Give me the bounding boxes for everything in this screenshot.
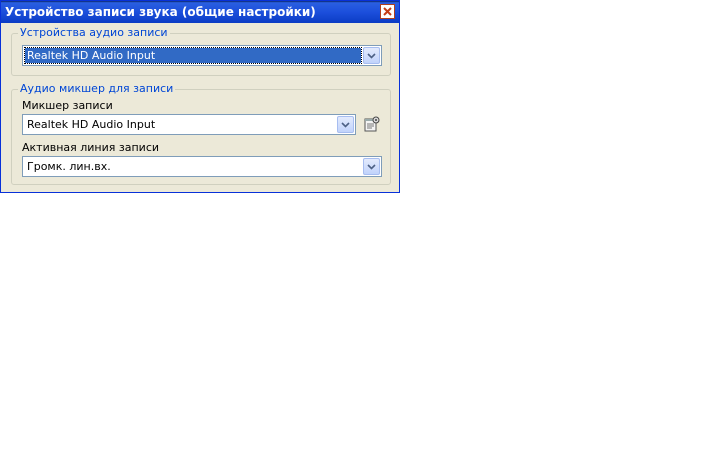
close-icon (383, 7, 392, 16)
audio-device-value: Realtek HD Audio Input (24, 47, 362, 64)
mixer-dropdown-button[interactable] (337, 116, 354, 133)
chevron-down-icon (367, 52, 376, 59)
chevron-down-icon (367, 163, 376, 170)
mixer-properties-button[interactable] (361, 114, 381, 134)
audio-mixer-legend: Аудио микшер для записи (18, 82, 176, 95)
mixer-label: Микшер записи (22, 99, 113, 112)
active-line-select[interactable]: Громк. лин.вх. (22, 156, 382, 177)
window-title: Устройство записи звука (общие настройки… (5, 5, 316, 19)
properties-icon (364, 116, 379, 132)
audio-devices-legend: Устройства аудио записи (18, 26, 170, 39)
chevron-down-icon (341, 121, 350, 128)
title-bar[interactable]: Устройство записи звука (общие настройки… (1, 1, 399, 23)
audio-mixer-group: Аудио микшер для записи Микшер записи Re… (11, 82, 391, 185)
audio-devices-group: Устройства аудио записи Realtek HD Audio… (11, 26, 391, 76)
active-line-value: Громк. лин.вх. (27, 160, 111, 173)
audio-device-dropdown-button[interactable] (363, 47, 380, 64)
audio-device-select[interactable]: Realtek HD Audio Input (22, 45, 382, 66)
mixer-select[interactable]: Realtek HD Audio Input (22, 114, 356, 135)
active-line-label: Активная линия записи (22, 141, 160, 154)
mixer-value: Realtek HD Audio Input (27, 118, 156, 131)
close-button[interactable] (380, 4, 395, 19)
active-line-dropdown-button[interactable] (363, 158, 380, 175)
sound-recording-settings-dialog: Устройство записи звука (общие настройки… (0, 0, 400, 193)
